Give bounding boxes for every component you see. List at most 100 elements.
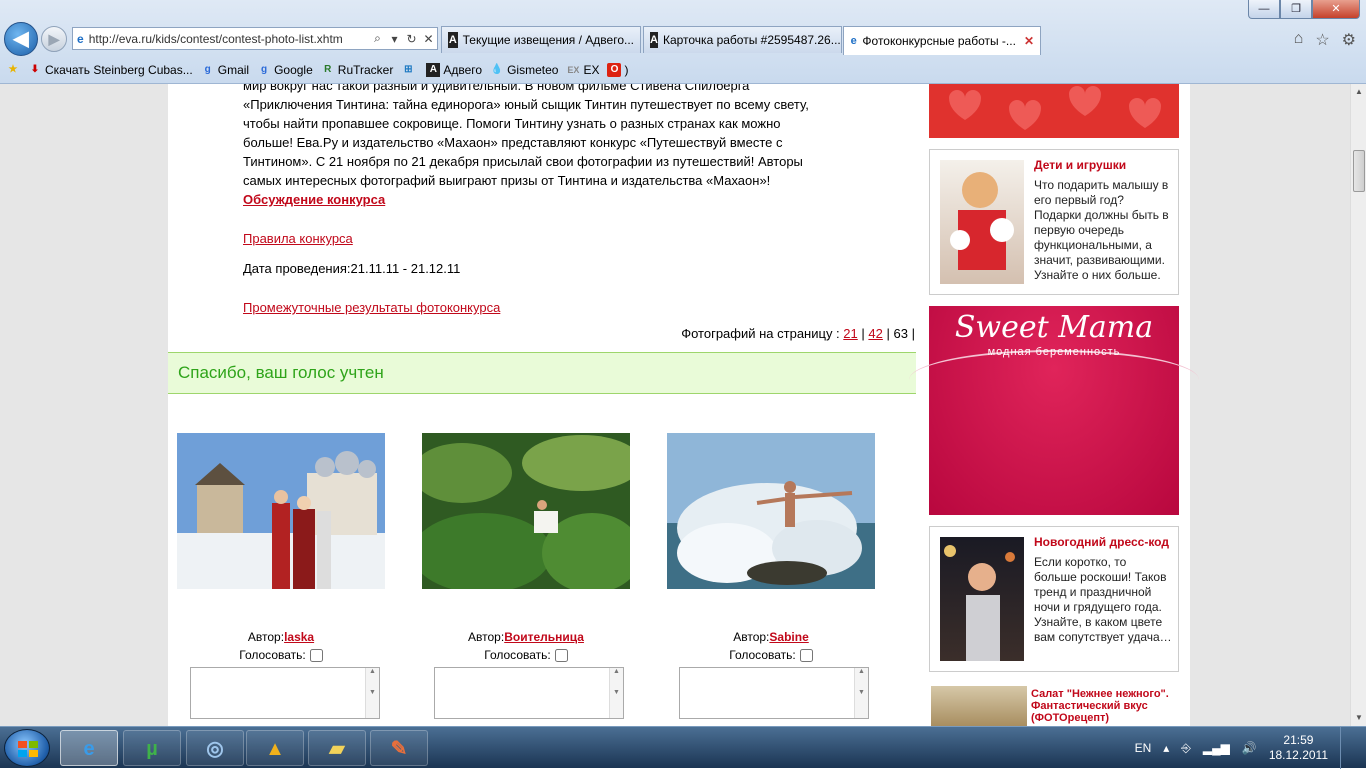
comment-textarea-1[interactable]: ▲ ▼ [190,667,380,719]
discussion-link[interactable]: Обсуждение конкурса [243,192,385,207]
network-signal-icon[interactable]: ▂▄▆ [1203,741,1230,755]
fav-steinberg[interactable]: ⬇ Скачать Steinberg Cubas... [28,63,193,77]
ad-kids-toys[interactable]: Дети и игрушки Что подарить малышу в его… [929,149,1179,295]
scroll-up-icon[interactable]: ▲ [1351,84,1366,100]
vote-checkbox[interactable] [554,649,568,663]
search-icon[interactable]: ⌕ [369,31,386,46]
ad-title[interactable]: Новогодний дресс-код [1034,535,1169,549]
contest-dates: Дата проведения:21.11.11 - 21.12.11 [243,261,461,276]
author-link[interactable]: Sabine [769,630,808,644]
photo-card-1: Автор:laska Голосовать: [186,630,376,663]
language-indicator[interactable]: EN [1135,741,1152,755]
ad-title[interactable]: Дети и игрушки [1034,158,1126,172]
per-page-21[interactable]: 21 [843,326,857,341]
browser-chrome: — ❐ ✕ ◀ ▶ e http://eva.ru/kids/contest/c… [0,0,1366,84]
taskbar-media[interactable]: ◎ [186,730,244,766]
home-icon[interactable]: ⌂ [1294,30,1304,50]
contest-photo-3[interactable] [667,433,875,589]
forward-button[interactable]: ▶ [41,26,67,52]
ad-dress-code[interactable]: Новогодний дресс-код Если коротко, то бо… [929,526,1179,672]
stop-icon[interactable]: ✕ [420,32,437,46]
rutracker-icon: R [324,64,332,75]
scroll-thumb[interactable] [1353,150,1365,192]
textarea-scrollbar[interactable]: ▲ ▼ [609,668,623,718]
tab-photo-contest[interactable]: e Фотоконкурсные работы -... ✕ [843,26,1041,55]
fav-opera[interactable]: O) [607,63,628,77]
close-tab-icon[interactable]: ✕ [1024,34,1034,48]
favorites-star-icon[interactable]: ★ [6,63,20,77]
ad-text: Что подарить малышу в его первый год? По… [1034,178,1169,282]
scroll-down-icon[interactable]: ▼ [1351,710,1366,726]
results-link[interactable]: Промежуточные результаты фотоконкурса [243,300,500,315]
system-tray: EN ▴ ⎆ ▂▄▆ 🔊 21:59 18.12.2011 [1135,727,1366,769]
tab-label: Текущие извещения / Адвего... [462,33,634,47]
textarea-scrollbar[interactable]: ▲ ▼ [365,668,379,718]
textarea-scrollbar[interactable]: ▲ ▼ [854,668,868,718]
comment-textarea-3[interactable]: ▲ ▼ [679,667,869,719]
vote-checkbox[interactable] [799,649,813,663]
fav-windows[interactable]: ⊞ [401,63,418,77]
hearts-banner[interactable] [929,84,1179,138]
author-link[interactable]: Воительница [504,630,584,644]
refresh-icon[interactable]: ↻ [403,32,420,46]
fav-gmail[interactable]: g Gmail [201,63,249,77]
description-line: мир вокруг нас такой разный и удивительн… [243,84,750,93]
ad-title[interactable]: Салат "Нежнее нежного". Фантастический в… [1031,688,1177,724]
comment-textarea-2[interactable]: ▲ ▼ [434,667,624,719]
description-line: чтобы найти пропавшее сокровище. Помоги … [243,116,781,131]
usb-icon[interactable]: ⎆ [1181,741,1191,756]
tab-work-card[interactable]: A Карточка работы #2595487.26... [643,26,842,53]
fav-gismeteo[interactable]: 💧 Gismeteo [490,63,559,77]
sweet-mama-banner[interactable]: Sweet Mama модная беременность [909,306,1199,515]
clock[interactable]: 21:59 18.12.2011 [1269,733,1328,763]
ad-image-salad [931,686,1027,726]
fav-advego[interactable]: A Адвего [426,63,482,77]
show-desktop-button[interactable] [1340,727,1354,769]
advego-icon: A [448,32,458,48]
per-page-42[interactable]: 42 [868,326,882,341]
tab-label: Фотоконкурсные работы -... [862,34,1016,48]
tab-advego-notices[interactable]: A Текущие извещения / Адвего... [441,26,641,53]
contest-photo-1[interactable] [177,433,385,589]
taskbar: e µ ◎ ▲ ▰ ✎ EN ▴ ⎆ ▂▄▆ 🔊 21:59 18.12.201… [0,726,1366,769]
contest-description: мир вокруг нас такой разный и удивительн… [243,84,853,317]
back-button[interactable]: ◀ [4,22,38,56]
ad-salad[interactable]: Салат "Нежнее нежного". Фантастический в… [929,686,1179,726]
vote-checkbox[interactable] [309,649,323,663]
taskbar-ie[interactable]: e [60,730,118,766]
ex-icon: EX [567,65,580,75]
volume-icon[interactable]: 🔊 [1242,741,1257,755]
fav-google[interactable]: g Google [257,63,313,77]
start-button[interactable] [4,729,50,767]
gear-icon[interactable]: ⚙ [1342,30,1356,50]
clock-date: 18.12.2011 [1268,748,1328,762]
tray-expand-icon[interactable]: ▴ [1163,741,1169,755]
rules-link[interactable]: Правила конкурса [243,231,353,246]
address-bar[interactable]: e http://eva.ru/kids/contest/contest-pho… [72,27,438,50]
ie-icon: e [83,738,95,760]
per-page-label: Фотографий на страницу : [681,326,840,341]
author-link[interactable]: laska [284,630,314,644]
tab-label: Карточка работы #2595487.26... [662,33,841,47]
clock-time: 21:59 [1283,733,1314,747]
taskbar-paint[interactable]: ✎ [370,730,428,766]
ad-text: Если коротко, то больше роскоши! Таков т… [1034,555,1172,644]
close-button[interactable]: ✕ [1312,0,1360,19]
photo-card-2: Автор:Воительница Голосовать: [468,630,584,663]
dropdown-icon[interactable]: ▾ [386,32,403,46]
ad-image-child [940,160,1024,284]
contest-photo-2[interactable] [422,433,630,589]
taskbar-folder[interactable]: ▰ [308,730,366,766]
fav-ex[interactable]: EX EX [566,63,599,77]
favorites-star-icon[interactable]: ☆ [1315,30,1329,50]
windows-logo-icon [18,741,38,757]
fav-rutracker[interactable]: R RuTracker [321,63,393,77]
taskbar-utorrent[interactable]: µ [123,730,181,766]
taskbar-aimp[interactable]: ▲ [246,730,304,766]
photos-per-page: Фотографий на страницу : 21 | 42 | 63 | [681,326,915,341]
maximize-button[interactable]: ❐ [1280,0,1312,19]
address-url[interactable]: http://eva.ru/kids/contest/contest-photo… [89,32,369,46]
page-scrollbar[interactable]: ▲ ▼ [1350,84,1366,726]
minimize-button[interactable]: — [1248,0,1280,19]
media-icon: ◎ [206,738,224,760]
